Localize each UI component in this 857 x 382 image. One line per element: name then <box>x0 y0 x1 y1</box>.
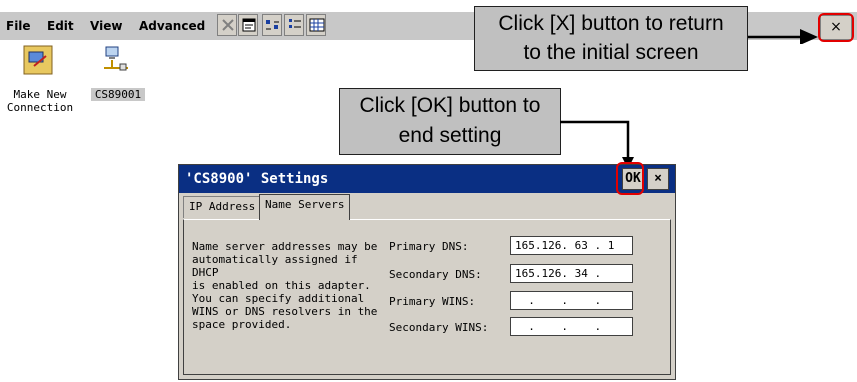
name-server-description: Name server addresses may be automatical… <box>192 240 378 331</box>
dialog-title: 'CS8900' Settings <box>185 171 329 187</box>
close-highlight-ring <box>818 13 854 42</box>
secondary-dns-input[interactable]: 165.126. 34 . <box>510 264 633 283</box>
make-new-connection-icon[interactable] <box>22 44 54 76</box>
tab-name-servers[interactable]: Name Servers <box>259 194 351 220</box>
primary-dns-input[interactable]: 165.126. 63 . 1 <box>510 236 633 255</box>
details-button[interactable] <box>306 14 326 36</box>
connection-wizard-icon <box>23 45 53 75</box>
primary-dns-label: Primary DNS: <box>389 240 469 253</box>
settings-dialog: 'CS8900' Settings OK × IP Address Name S… <box>178 164 676 380</box>
arrow-to-close <box>748 29 818 44</box>
properties-button[interactable] <box>238 14 258 36</box>
ok-instruction-callout: Click [OK] button to end setting <box>339 88 561 155</box>
menu-view[interactable]: View <box>90 19 122 33</box>
properties-icon <box>242 18 256 32</box>
tab-ip-address[interactable]: IP Address <box>183 196 262 218</box>
primary-wins-input[interactable]: . . . <box>510 291 633 310</box>
delete-button[interactable] <box>217 14 237 36</box>
small-icons-button[interactable] <box>284 14 304 36</box>
make-new-label: Make New Connection <box>6 88 74 114</box>
ok-highlight-ring <box>616 162 644 195</box>
cs89001-label: CS89001 <box>91 88 145 101</box>
menu-edit[interactable]: Edit <box>47 19 74 33</box>
network-icon <box>104 46 128 71</box>
large-icons-button[interactable] <box>262 14 282 36</box>
delete-icon <box>222 19 234 31</box>
menu-file[interactable]: File <box>6 19 31 33</box>
small-icons-icon <box>289 19 301 28</box>
details-icon <box>309 18 325 32</box>
menu-advanced[interactable]: Advanced <box>139 19 205 33</box>
dialog-close-button[interactable]: × <box>647 168 669 190</box>
primary-wins-label: Primary WINS: <box>389 295 476 308</box>
close-instruction-callout: Click [X] button to return to the initial… <box>474 6 748 71</box>
secondary-dns-label: Secondary DNS: <box>389 268 482 281</box>
large-icons-icon <box>266 20 279 30</box>
secondary-wins-label: Secondary WINS: <box>389 321 489 334</box>
cs89001-connection-icon[interactable] <box>100 44 132 76</box>
secondary-wins-input[interactable]: . . . <box>510 317 633 336</box>
